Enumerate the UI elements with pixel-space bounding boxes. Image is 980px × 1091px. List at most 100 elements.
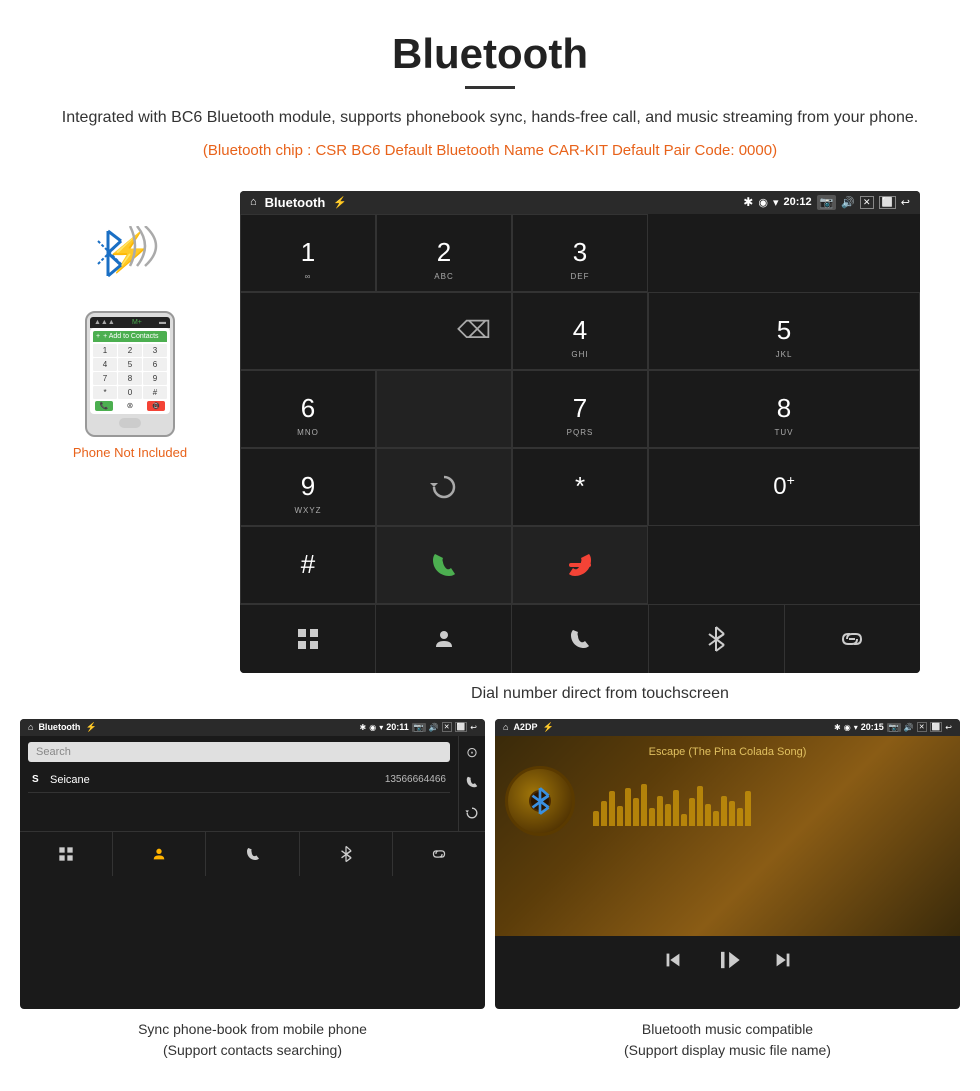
phonebook-main: Search S Seicane 13566664466 (20, 736, 458, 831)
dial-key-0[interactable]: 0+ (648, 448, 920, 526)
middle-section: ⚡ ▲▲▲ M+ ▬ (0, 181, 980, 673)
phone-bottom-row: 📞 ⊗ 📵 (93, 401, 167, 411)
phone-signal-icon: ▲▲▲ (94, 319, 115, 326)
dial-key-1[interactable]: 1∞ (240, 214, 376, 292)
phone-end-icon: 📵 (147, 401, 165, 411)
eq-bar (601, 801, 607, 826)
bottom-person-icon[interactable] (376, 605, 512, 673)
equalizer-bars (593, 776, 751, 826)
dial-caption: Dial number direct from touchscreen (0, 673, 980, 719)
dial-key-3[interactable]: 3DEF (512, 214, 648, 292)
dial-key-hash[interactable]: # (240, 526, 376, 604)
pb-bottom-bt[interactable] (300, 832, 393, 876)
eq-bar (641, 784, 647, 826)
pb-side-redial-icon[interactable] (465, 806, 479, 823)
pb-bt-icon: ✱ (360, 723, 367, 732)
bottom-screens: ⌂ Bluetooth ⚡ ✱ ◉ ▾ 20:11 📷 🔊 ✕ ⬜ ↩ (0, 719, 980, 1076)
dial-key-9[interactable]: 9WXYZ (240, 448, 376, 526)
phone-screen-topbar: + + Add to Contacts (93, 331, 167, 342)
music-statusbar-left: ⌂ A2DP ⚡ (503, 722, 829, 733)
eq-bar (609, 791, 615, 826)
volume-icon: 🔊 (841, 196, 855, 209)
music-back-icon: ↩ (945, 723, 952, 732)
phonebook-screen: ⌂ Bluetooth ⚡ ✱ ◉ ▾ 20:11 📷 🔊 ✕ ⬜ ↩ (20, 719, 485, 1010)
phone-screen: + + Add to Contacts 1 2 3 4 5 6 7 8 9 * … (90, 328, 170, 414)
pb-bottom-person[interactable] (113, 832, 206, 876)
dial-call-red[interactable] (512, 526, 648, 604)
bottom-link-icon[interactable] (785, 605, 920, 673)
phonebook-container: ⌂ Bluetooth ⚡ ✱ ◉ ▾ 20:11 📷 🔊 ✕ ⬜ ↩ (20, 719, 485, 1066)
phone-key-4: 4 (93, 358, 117, 371)
contacts-icon (432, 627, 456, 651)
music-close-icon: ✕ (917, 722, 927, 732)
usb-icon: ⚡ (333, 196, 347, 209)
redial-icon (428, 471, 460, 503)
dial-key-4[interactable]: 4GHI (512, 292, 648, 370)
phone-key-6: 6 (143, 358, 167, 371)
music-bt-icon: ✱ (834, 723, 841, 732)
music-app-name: A2DP (513, 722, 537, 732)
bottom-phone-icon[interactable] (512, 605, 648, 673)
music-song-title: Escape (The Pina Colada Song) (649, 746, 807, 758)
dial-empty-r2 (376, 370, 512, 448)
dial-key-2[interactable]: 2ABC (376, 214, 512, 292)
music-content-row (505, 766, 950, 836)
phone-key-9: 9 (143, 372, 167, 385)
eq-bar (697, 786, 703, 826)
dialpad-grid: 1∞ 2ABC 3DEF ⌫ 4GHI 5JKL 6MNO (240, 214, 920, 604)
pb-bottom-bar (20, 831, 485, 876)
phone-key-1: 1 (93, 344, 117, 357)
dial-key-star[interactable]: * (512, 448, 648, 526)
pb-loc-icon: ◉ (369, 723, 376, 732)
dial-call-green[interactable] (376, 526, 512, 604)
statusbar-left: ⌂ Bluetooth ⚡ (250, 195, 577, 210)
header-description: Integrated with BC6 Bluetooth module, su… (40, 105, 940, 131)
pb-bottom-link[interactable] (393, 832, 485, 876)
dial-key-7[interactable]: 7PQRS (512, 370, 648, 448)
bottom-grid-icon[interactable] (240, 605, 376, 673)
call-red-icon (565, 550, 595, 580)
link-icon (839, 626, 865, 652)
bottom-bt-icon[interactable] (649, 605, 785, 673)
phone-key-7: 7 (93, 372, 117, 385)
pb-app-name: Bluetooth (38, 722, 80, 732)
dial-key-6[interactable]: 6MNO (240, 370, 376, 448)
pb-back-icon: ↩ (470, 723, 477, 732)
eq-bar (633, 798, 639, 826)
phone-home-button (119, 418, 141, 428)
music-play-btn[interactable] (714, 946, 742, 981)
contact-row[interactable]: S Seicane 13566664466 (28, 768, 450, 793)
music-statusbar: ⌂ A2DP ⚡ ✱ ◉ ▾ 20:15 📷 🔊 ✕ ⬜ ↩ (495, 719, 960, 736)
music-prev-btn[interactable] (662, 949, 684, 977)
phone-key-0: 0 (118, 386, 142, 399)
grid-icon (296, 627, 320, 651)
music-home-icon: ⌂ (503, 722, 508, 732)
pb-bottom-phone[interactable] (206, 832, 299, 876)
bt-status-icon: ✱ (743, 195, 753, 209)
phonebook-statusbar: ⌂ Bluetooth ⚡ ✱ ◉ ▾ 20:11 📷 🔊 ✕ ⬜ ↩ (20, 719, 485, 736)
phone-numpad: 1 2 3 4 5 6 7 8 9 * 0 # (93, 344, 167, 399)
camera-icon: 📷 (817, 195, 837, 210)
music-vol-icon: 🔊 (904, 723, 914, 732)
dial-redial-btn[interactable] (376, 448, 512, 526)
time-label: 20:12 (783, 196, 811, 208)
back-icon: ↩ (901, 196, 910, 209)
eq-bar (689, 798, 695, 826)
phonebook-search-bar[interactable]: Search (28, 742, 450, 762)
music-main-content: Escape (The Pina Colada Song) (495, 736, 960, 936)
app-name-label: Bluetooth (265, 195, 326, 210)
dial-backspace-area[interactable]: ⌫ (240, 292, 512, 370)
pb-bottom-grid[interactable] (20, 832, 113, 876)
call-green-icon (429, 550, 459, 580)
dial-key-8[interactable]: 8TUV (648, 370, 920, 448)
pb-side-search-icon[interactable]: ⊙ (466, 744, 478, 761)
dial-key-5[interactable]: 5JKL (648, 292, 920, 370)
eq-bar (625, 788, 631, 826)
music-next-btn[interactable] (772, 949, 794, 977)
phonebook-side-icons: ⊙ (458, 736, 485, 831)
pb-wifi-icon: ▾ (379, 723, 383, 732)
pb-side-call-icon[interactable] (465, 775, 479, 792)
phone-key-3: 3 (143, 344, 167, 357)
statusbar-right: ✱ ◉ ▾ 20:12 📷 🔊 ✕ ⬜ ↩ (583, 195, 910, 210)
music-statusbar-right: ✱ ◉ ▾ 20:15 📷 🔊 ✕ ⬜ ↩ (834, 722, 952, 732)
